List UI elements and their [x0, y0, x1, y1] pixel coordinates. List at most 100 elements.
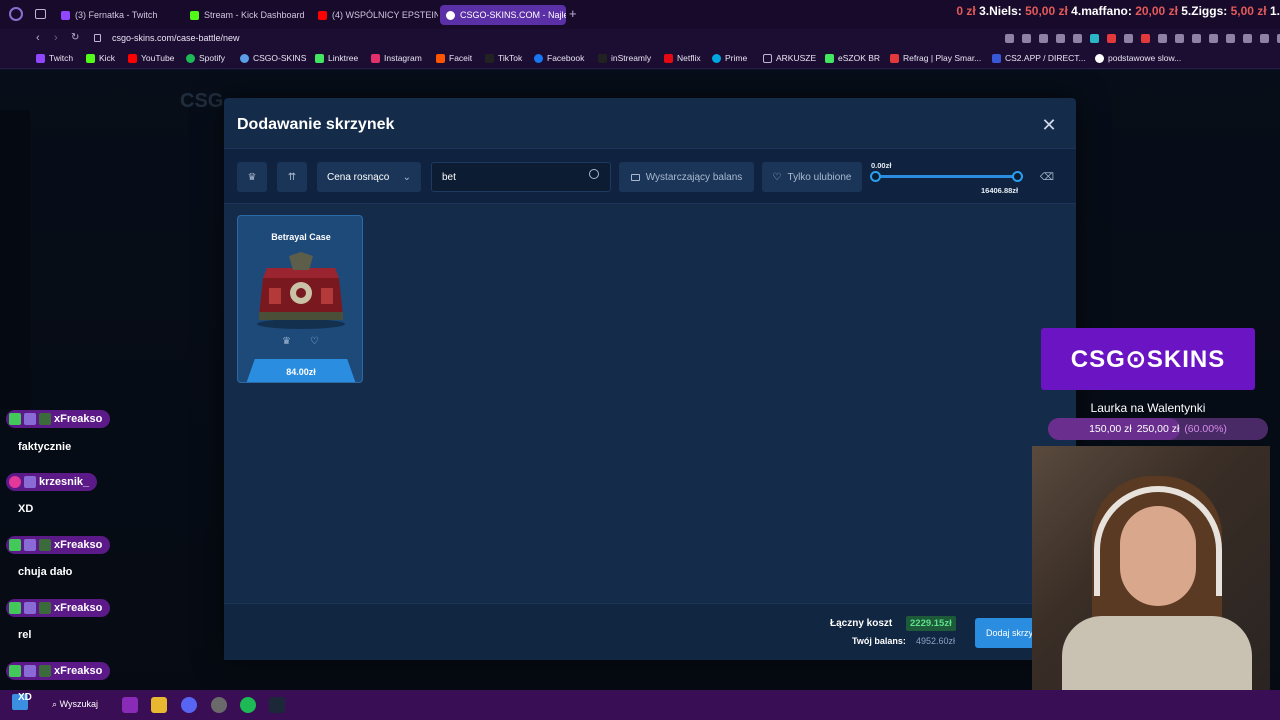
slider-track[interactable]	[875, 175, 1019, 178]
bookmark-kick[interactable]: Kick	[86, 53, 115, 63]
back-icon[interactable]: ‹	[36, 32, 40, 44]
bookmark-arkusze[interactable]: ARKUSZE	[763, 53, 816, 63]
ticker-value: 0 zł	[956, 4, 976, 18]
slider-min-handle[interactable]	[870, 171, 881, 182]
extension-icon[interactable]	[1090, 34, 1099, 43]
opera-gx-icon[interactable]	[122, 697, 138, 713]
kick-badge-icon	[9, 413, 21, 425]
eraser-icon: ⌫	[1039, 171, 1055, 183]
lock-icon	[94, 34, 101, 42]
goal-progress-bar: 150,00 zł 250,00 zł (60.00%)	[1048, 418, 1268, 440]
bookmark-label: podstawowe slow...	[1108, 53, 1182, 63]
bookmark-linktree[interactable]: Linktree	[315, 53, 358, 63]
favorites-filter[interactable]: ♡ Tylko ulubione	[762, 162, 862, 192]
bookmark-cs2app[interactable]: CS2.APP / DIRECT...	[992, 53, 1086, 63]
tab-youtube[interactable]: (4) WSPÓLNICY EPSTEIN	[312, 5, 438, 25]
rank-badge-icon	[24, 413, 36, 425]
balance-value: 4952.60zł	[916, 636, 956, 646]
extension-icon[interactable]	[1243, 34, 1252, 43]
steam-icon[interactable]	[269, 697, 285, 713]
bookmark-google[interactable]: podstawowe slow...	[1095, 53, 1181, 63]
tab-twitch[interactable]: (3) Fernatka - Twitch	[55, 5, 181, 25]
chat-username: xFreakso	[6, 599, 111, 617]
chevron-down-icon: ⌄	[402, 171, 411, 183]
bookmark-faceit[interactable]: Faceit	[436, 53, 472, 63]
rank-badge-icon	[24, 476, 36, 488]
ticker-name: Ziggs:	[1191, 4, 1228, 18]
file-explorer-icon[interactable]	[151, 697, 167, 713]
crown-icon[interactable]: ♛	[282, 336, 291, 347]
bookmark-prime[interactable]: Prime	[712, 53, 747, 63]
tab-csgo-skins[interactable]: CSGO-SKINS.COM - Najle	[440, 5, 566, 25]
sort-select[interactable]: Cena rosnąco ⌄	[317, 162, 421, 192]
bookmark-youtube[interactable]: YouTube	[128, 53, 174, 63]
ticker-rank: 4.	[1071, 4, 1082, 18]
ticker-value: 20,00 zł	[1135, 4, 1178, 18]
extension-icon[interactable]	[1260, 34, 1269, 43]
price-range-slider: 0.00zł 16406.88zł	[869, 159, 1029, 195]
extension-icon[interactable]	[1209, 34, 1218, 43]
reload-icon[interactable]: ↻	[71, 32, 79, 43]
extension-icon[interactable]	[1107, 34, 1116, 43]
search-input[interactable]	[442, 163, 582, 191]
bookmark-facebook[interactable]: Facebook	[534, 53, 584, 63]
reset-filters-button[interactable]: ⌫	[1036, 162, 1058, 192]
sort-up-button[interactable]: ⇈	[277, 162, 307, 192]
extension-icon[interactable]	[1192, 34, 1201, 43]
bookmark-label: CSGO-SKINS	[253, 53, 307, 63]
kick-badge-icon	[9, 665, 21, 677]
forward-icon[interactable]: ›	[54, 32, 58, 44]
chat-username: xFreakso	[6, 410, 111, 428]
extension-icon[interactable]	[1039, 34, 1048, 43]
obs-icon[interactable]	[211, 697, 227, 713]
bookmark-eszok[interactable]: eSZOK BR	[825, 53, 880, 63]
ticker-value: 5,00 zł	[1230, 4, 1267, 18]
heart-icon: ♡	[772, 171, 782, 183]
modal-title: Dodawanie skrzynek	[237, 116, 395, 133]
extension-icon[interactable]	[1073, 34, 1082, 43]
bookmark-netflix[interactable]: Netflix	[664, 53, 701, 63]
extension-icon[interactable]	[1141, 34, 1150, 43]
extension-icon[interactable]	[1226, 34, 1235, 43]
bookmark-tiktok[interactable]: TikTok	[485, 53, 522, 63]
browser-tab-bar: (3) Fernatka - Twitch Stream - Kick Dash…	[0, 0, 1280, 29]
workspaces-icon[interactable]	[35, 9, 46, 19]
extension-icon[interactable]	[1005, 34, 1014, 43]
crown-filter-button[interactable]: ♛	[237, 162, 267, 192]
extension-icon[interactable]	[1124, 34, 1133, 43]
start-button[interactable]: XD	[12, 692, 32, 710]
close-icon[interactable]: ✕	[1040, 116, 1058, 134]
sufficient-balance-filter[interactable]: Wystarczający balans	[619, 162, 754, 192]
search-icon[interactable]	[589, 169, 599, 179]
extension-icon[interactable]	[1022, 34, 1031, 43]
case-card[interactable]: Betrayal Case ♛ ♡ 84.00zł	[237, 215, 363, 383]
bookmark-refrag[interactable]: Refrag | Play Smar...	[890, 53, 981, 63]
new-tab-button[interactable]: +	[569, 7, 577, 21]
favorite-toggle-icon[interactable]: ♡	[310, 336, 319, 347]
bookmark-instreamly[interactable]: inStreamly	[598, 53, 651, 63]
extension-icon[interactable]	[1158, 34, 1167, 43]
taskbar-search[interactable]: ⌕ Wyszukaj	[52, 699, 98, 710]
bookmark-csgo-skins[interactable]: CSGO-SKINS	[240, 53, 306, 63]
bookmark-instagram[interactable]: Instagram	[371, 53, 422, 63]
case-price-button[interactable]: 84.00zł	[246, 359, 356, 382]
search-field[interactable]	[431, 162, 611, 192]
bookmark-label: CS2.APP / DIRECT...	[1005, 53, 1086, 63]
extension-icon[interactable]	[1175, 34, 1184, 43]
extension-icon[interactable]	[1056, 34, 1065, 43]
url-field[interactable]: csgo-skins.com/case-battle/new	[112, 33, 240, 43]
chat-username: xFreakso	[6, 662, 111, 680]
discord-icon[interactable]	[181, 697, 197, 713]
tab-kick-dashboard[interactable]: Stream - Kick Dashboard	[184, 5, 310, 25]
spotify-icon[interactable]	[240, 697, 256, 713]
bookmark-label: Twitch	[49, 53, 74, 63]
browser-menu-icon[interactable]	[9, 7, 23, 21]
total-cost-value: 2229.15zł	[906, 616, 956, 631]
slider-max-handle[interactable]	[1012, 171, 1023, 182]
chat-user-name: xFreakso	[54, 665, 103, 677]
goal-target: 250,00 zł	[1136, 423, 1180, 435]
tab-label: Stream - Kick Dashboard	[204, 10, 305, 20]
bookmark-twitch[interactable]: Twitch	[36, 53, 73, 63]
bookmark-label: eSZOK BR	[838, 53, 881, 63]
bookmark-spotify[interactable]: Spotify	[186, 53, 225, 63]
